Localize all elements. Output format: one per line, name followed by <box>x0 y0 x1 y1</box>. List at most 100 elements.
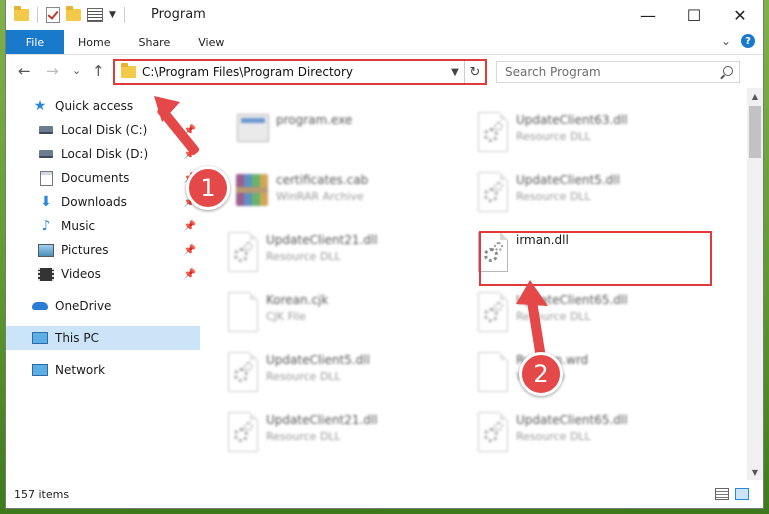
file-type: Resource DLL <box>266 430 341 443</box>
search-box[interactable] <box>496 61 740 83</box>
folder-icon[interactable] <box>14 6 29 21</box>
pin-icon[interactable]: 📌 <box>184 221 196 232</box>
file-type: Resource DLL <box>516 190 591 203</box>
file-type: Resource DLL <box>516 130 591 143</box>
expand-ribbon-icon[interactable]: ⌄ <box>721 34 731 48</box>
navigation-bar: ← → ⌄ ↑ C:\Program Files\Program Directo… <box>6 55 763 89</box>
window-controls: — ☐ ✕ <box>625 0 763 30</box>
address-path[interactable]: C:\Program Files\Program Directory <box>142 65 446 79</box>
file-item[interactable]: UpdateClient65.dll Resource DLL <box>472 410 707 460</box>
dll-file-icon <box>222 350 262 394</box>
search-icon[interactable] <box>717 65 739 79</box>
scroll-up-icon[interactable]: ▲ <box>747 88 763 104</box>
music-icon: ♪ <box>41 218 51 234</box>
sidebar-item-network[interactable]: Network <box>6 358 200 382</box>
tab-share[interactable]: Share <box>124 30 184 54</box>
file-name: UpdateClient5.dll <box>516 173 620 187</box>
file-item[interactable]: Korean.cjk CJK File <box>222 290 457 340</box>
up-button[interactable]: ↑ <box>92 62 105 80</box>
properties-icon[interactable] <box>87 8 103 22</box>
details-view-icon[interactable] <box>715 488 729 500</box>
status-bar: 157 items <box>6 480 763 508</box>
sidebar-item-local-disk-d[interactable]: Local Disk (D:) 📌 <box>6 142 200 166</box>
view-buttons <box>715 488 749 500</box>
cloud-icon <box>32 299 48 313</box>
large-icons-view-icon[interactable] <box>735 488 749 500</box>
item-count: 157 items <box>14 487 70 501</box>
maximize-button[interactable]: ☐ <box>671 0 717 30</box>
vertical-scrollbar[interactable]: ▲ ▼ <box>747 88 763 480</box>
sidebar-item-label: Documents <box>61 171 130 185</box>
file-name: UpdateClient65.dll <box>516 413 628 427</box>
back-button[interactable]: ← <box>18 62 31 80</box>
file-item[interactable]: UpdateClient5.dll Resource DLL <box>222 350 457 400</box>
sidebar-item-onedrive[interactable]: OneDrive <box>6 294 200 318</box>
sidebar-item-music[interactable]: ♪ Music 📌 <box>6 214 200 238</box>
drive-icon <box>38 123 54 137</box>
help-icon[interactable]: ? <box>741 34 755 48</box>
file-icon <box>472 350 512 394</box>
sidebar-item-label: Network <box>55 363 106 377</box>
sidebar-item-label: This PC <box>55 331 99 345</box>
scrollbar-thumb[interactable] <box>749 106 761 158</box>
forward-button[interactable]: → <box>46 62 59 80</box>
file-type: WinRAR Archive <box>276 190 364 203</box>
sidebar-item-label: Local Disk (D:) <box>61 147 149 161</box>
properties-check-icon[interactable] <box>46 7 60 23</box>
callout-badge-2: 2 <box>519 352 563 396</box>
file-item[interactable]: UpdateClient63.dll Resource DLL <box>472 110 707 160</box>
navigation-pane: ★ Quick access Local Disk (C:) 📌 Local D… <box>6 88 200 480</box>
file-item[interactable]: UpdateClient21.dll Resource DLL <box>222 230 457 280</box>
file-item[interactable]: Russian.wrdWRD File <box>472 350 707 400</box>
recent-locations-dropdown[interactable]: ⌄ <box>72 64 81 77</box>
pin-icon[interactable]: 📌 <box>184 245 196 256</box>
new-folder-icon[interactable] <box>66 6 81 21</box>
file-icon <box>222 290 262 334</box>
application-icon <box>232 110 272 154</box>
tab-home[interactable]: Home <box>64 30 124 54</box>
file-item[interactable]: UpdateClient65.dll Resource DLL <box>472 290 707 340</box>
window-title: Program <box>151 7 206 22</box>
scroll-down-icon[interactable]: ▼ <box>747 464 763 480</box>
dll-file-icon <box>222 410 262 454</box>
computer-icon <box>32 331 48 345</box>
sidebar-item-this-pc[interactable]: This PC <box>6 326 200 350</box>
sidebar-item-label: Videos <box>61 267 101 281</box>
file-item[interactable]: UpdateClient5.dll Resource DLL <box>472 170 707 220</box>
pin-icon[interactable]: 📌 <box>184 269 196 280</box>
address-bar[interactable]: C:\Program Files\Program Directory ▼ ↻ <box>113 59 487 85</box>
address-dropdown-icon[interactable]: ▼ <box>446 67 464 78</box>
dll-file-icon <box>472 290 512 334</box>
file-name: UpdateClient63.dll <box>516 113 628 127</box>
dll-file-icon <box>222 230 262 274</box>
file-type: Resource DLL <box>266 370 341 383</box>
file-name: certificates.cab <box>276 173 369 187</box>
customize-toolbar-dropdown-icon[interactable]: ▼ <box>109 10 116 20</box>
file-name: Korean.cjk <box>266 293 329 307</box>
close-button[interactable]: ✕ <box>717 0 763 30</box>
file-item[interactable]: UpdateClient21.dll Resource DLL <box>222 410 457 460</box>
title-bar: ▼ Program — ☐ ✕ <box>6 0 763 30</box>
search-input[interactable] <box>497 64 717 80</box>
sidebar-item-label: Music <box>61 219 96 233</box>
sidebar-item-documents[interactable]: Documents 📌 <box>6 166 200 190</box>
documents-icon <box>38 170 54 186</box>
dll-file-icon <box>472 410 512 454</box>
sidebar-item-label: Pictures <box>61 243 109 257</box>
sidebar-item-label: OneDrive <box>55 299 112 313</box>
tab-file[interactable]: File <box>6 30 64 54</box>
sidebar-item-videos[interactable]: Videos 📌 <box>6 262 200 286</box>
tab-view[interactable]: View <box>184 30 238 54</box>
drive-icon <box>38 147 54 161</box>
dll-file-icon <box>472 170 512 214</box>
download-icon: ⬇ <box>40 194 52 210</box>
minimize-button[interactable]: — <box>625 0 671 30</box>
sidebar-item-downloads[interactable]: ⬇ Downloads 📌 <box>6 190 200 214</box>
sidebar-item-label: Local Disk (C:) <box>61 123 148 137</box>
file-name: UpdateClient21.dll <box>266 413 378 427</box>
file-item[interactable]: program.exe <box>232 110 467 160</box>
videos-icon <box>38 267 54 281</box>
sidebar-item-pictures[interactable]: Pictures 📌 <box>6 238 200 262</box>
refresh-icon[interactable]: ↻ <box>464 61 485 83</box>
file-item[interactable]: certificates.cab WinRAR Archive <box>232 170 467 220</box>
